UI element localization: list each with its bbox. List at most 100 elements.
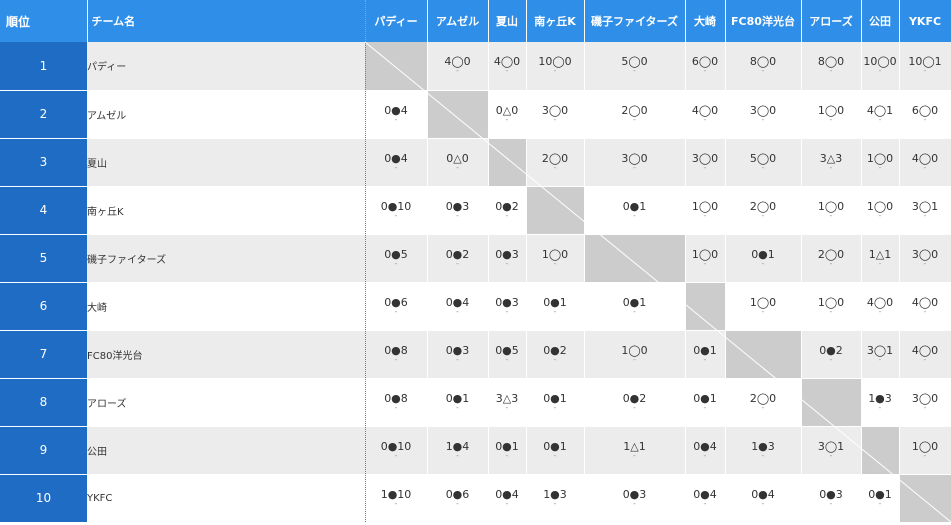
match-score: 0●3: [819, 487, 843, 501]
match-score: 4◯0: [866, 295, 894, 309]
match-result-cell: 3◯1-: [801, 426, 862, 475]
match-result-cell: 10◯0-: [861, 42, 900, 91]
match-result-cell: 0●1-: [526, 426, 585, 475]
match-result-cell: 1◯0-: [685, 234, 726, 283]
match-sub-mark: -: [761, 306, 765, 316]
match-result-cell: 0●1-: [427, 378, 489, 427]
rank-cell: 3: [0, 138, 87, 187]
match-sub-mark: -: [505, 402, 509, 412]
match-sub-mark: -: [553, 66, 557, 76]
match-sub-mark: -: [878, 498, 882, 508]
match-result-cell: 0●3-: [801, 474, 862, 523]
match-result-cell: 1◯0-: [861, 138, 900, 187]
league-standings-table: 順位 チーム名 パディー アムゼル 夏山 南ヶ丘K 磯子ファイターズ 大崎 FC80洋光台ア…: [0, 0, 951, 523]
match-result-cell: 3△3-: [488, 378, 527, 427]
match-result-cell: 8◯0-: [801, 42, 862, 91]
match-score: 0●5: [384, 247, 408, 261]
match-score: 3◯0: [621, 151, 648, 165]
match-sub-mark: -: [553, 354, 557, 364]
match-sub-mark: -: [923, 354, 927, 364]
match-result-cell: 3◯0-: [899, 234, 951, 283]
self-match-cell: [685, 282, 726, 331]
match-sub-mark: -: [829, 114, 833, 124]
team-name-cell: YKFC: [87, 474, 366, 523]
match-sub-mark: -: [761, 210, 765, 220]
match-sub-mark: -: [505, 306, 509, 316]
match-score: 1●4: [445, 439, 470, 453]
opponent-column-header: YKFC: [899, 0, 951, 42]
match-result-cell: 3◯0-: [725, 90, 802, 139]
match-score: 1◯0: [911, 439, 939, 453]
match-result-cell: 1△1-: [861, 234, 900, 283]
table-row: 10 YKFC 1●10-0●6-0●4-1●3-0●3-0●4-0●4-0●3-0…: [0, 474, 951, 523]
match-result-cell: 4◯0-: [861, 282, 900, 331]
team-name-cell: 南ヶ丘K: [87, 186, 366, 235]
match-result-cell: 2◯0-: [801, 234, 862, 283]
match-sub-mark: -: [505, 66, 509, 76]
match-score: 1◯0: [541, 247, 569, 261]
self-match-cell: [801, 378, 862, 427]
match-result-cell: 0●5-: [488, 330, 527, 379]
match-score: 0●4: [751, 487, 775, 501]
self-match-cell: [861, 426, 900, 475]
match-sub-mark: -: [878, 402, 882, 412]
match-score: 4◯0: [911, 151, 939, 165]
team-name-cell: FC80洋光台: [87, 330, 366, 379]
match-score: 0●2: [622, 391, 647, 405]
rank-column-header: 順位: [0, 0, 88, 42]
match-result-cell: 2◯0-: [526, 138, 585, 187]
match-result-cell: 1◯0-: [526, 234, 585, 283]
match-result-cell: 0●10-: [365, 426, 428, 475]
opponent-column-header: FC80洋光台: [725, 0, 802, 42]
match-score: 2◯0: [749, 391, 777, 405]
match-score: 1●3: [751, 439, 775, 453]
match-score: 3△3: [495, 391, 519, 405]
rank-cell: 2: [0, 90, 87, 139]
match-sub-mark: -: [633, 306, 636, 316]
match-score: 1◯0: [817, 199, 845, 213]
match-sub-mark: -: [829, 162, 833, 172]
match-result-cell: 0●8-: [365, 378, 428, 427]
match-score: 0●1: [543, 295, 567, 309]
match-result-cell: 0●1-: [584, 186, 686, 235]
match-result-cell: 0●4-: [427, 282, 489, 331]
match-sub-mark: -: [703, 210, 707, 220]
match-score: 0●3: [495, 247, 519, 261]
match-sub-mark: -: [923, 114, 927, 124]
match-result-cell: 0●2-: [801, 330, 862, 379]
match-sub-mark: -: [703, 162, 707, 172]
match-score: 0△0: [446, 151, 469, 165]
table-row: 7 FC80洋光台 0●8-0●3-0●5-0●2-1◯0-0●1-0●2-3◯1-…: [0, 330, 951, 379]
match-sub-mark: -: [829, 66, 833, 76]
match-result-cell: 0●3-: [488, 282, 527, 331]
match-sub-mark: -: [923, 450, 927, 460]
match-sub-mark: -: [878, 258, 882, 268]
match-result-cell: 0●4-: [685, 474, 726, 523]
match-sub-mark: -: [703, 402, 707, 412]
match-sub-mark: -: [703, 66, 707, 76]
match-sub-mark: -: [761, 66, 765, 76]
match-sub-mark: -: [633, 114, 636, 124]
team-name-cell: アローズ: [87, 378, 366, 427]
match-sub-mark: -: [761, 498, 765, 508]
match-sub-mark: -: [633, 450, 636, 460]
match-score: 3◯0: [911, 247, 939, 261]
match-score: 0●5: [495, 343, 519, 357]
table-header-row: 順位 チーム名 パディー アムゼル 夏山 南ヶ丘K 磯子ファイターズ 大崎 FC80洋光台ア…: [0, 0, 951, 42]
match-sub-mark: -: [633, 402, 636, 412]
match-result-cell: 0△0-: [488, 90, 527, 139]
match-result-cell: 0●4-: [365, 90, 428, 139]
match-sub-mark: -: [394, 450, 398, 460]
table-row: 2 アムゼル 0●4-0△0-3◯0-2◯0-4◯0-3◯0-1◯0-4◯1-6◯0…: [0, 90, 951, 139]
match-score: 0●8: [384, 391, 408, 405]
opponent-column-header: アムゼル: [427, 0, 489, 42]
match-result-cell: 1◯0-: [725, 282, 802, 331]
rank-cell: 1: [0, 42, 87, 91]
match-result-cell: 0●2-: [584, 378, 686, 427]
match-result-cell: 3◯1-: [899, 186, 951, 235]
match-result-cell: 0●3-: [584, 474, 686, 523]
match-sub-mark: -: [829, 450, 833, 460]
match-result-cell: 0●4-: [685, 426, 726, 475]
match-score: 0●4: [384, 103, 408, 117]
match-result-cell: 3◯1-: [861, 330, 900, 379]
